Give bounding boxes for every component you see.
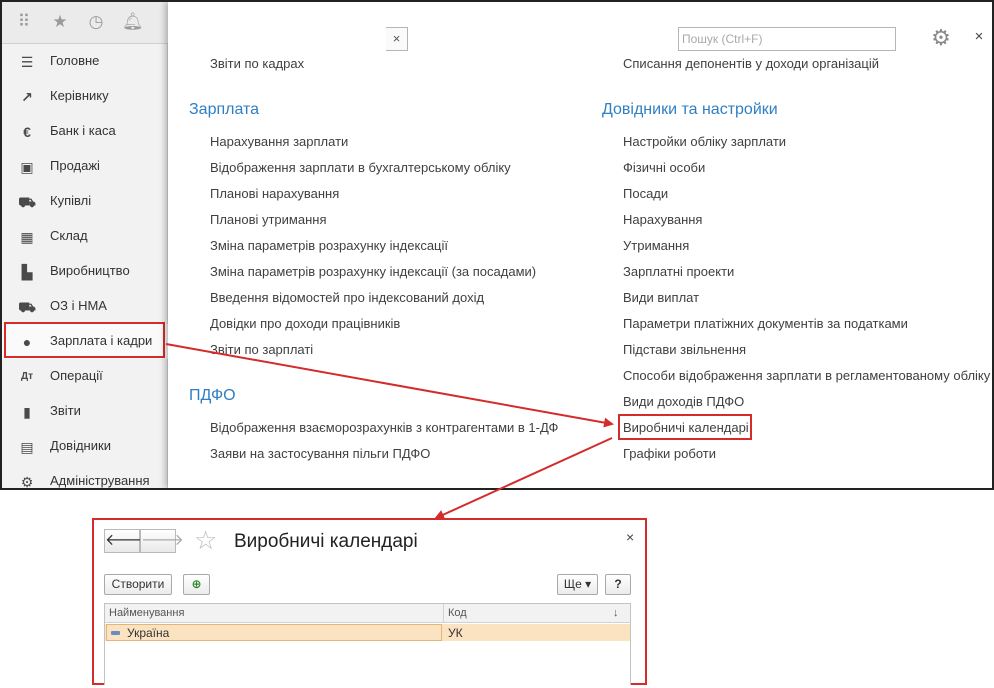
cart-icon: ▣ <box>20 159 34 175</box>
trend-chart-icon: ↗ <box>21 89 33 105</box>
link-salary-item[interactable]: Зміна параметрів розрахунку індексації (… <box>210 264 536 279</box>
main-window: ⠿ ★ ◷ 🔔︎ ☰ Головне ↗ Керівнику € Банк і … <box>0 0 994 490</box>
link-reference-item[interactable]: Настройки обліку зарплати <box>623 134 786 149</box>
top-toolbar: ⠿ ★ ◷ 🔔︎ <box>2 2 168 44</box>
row-code: УК <box>448 626 463 640</box>
sidebar-item-main[interactable]: ☰ Головне <box>2 44 168 79</box>
link-salary-item[interactable]: Планові утримання <box>210 212 327 227</box>
sidebar-item-label: Купівлі <box>50 193 92 208</box>
debit-credit-icon: Дт <box>20 371 34 382</box>
cart-icon: ⛟ <box>18 194 36 210</box>
sidebar-item-bank[interactable]: € Банк і каса <box>2 114 168 149</box>
sidebar-item-label: Звіти <box>50 403 81 418</box>
sort-arrow-icon[interactable]: ↓ <box>613 607 619 619</box>
link-salary-item[interactable]: Нарахування зарплати <box>210 134 348 149</box>
link-reference-item[interactable]: Нарахування <box>623 212 702 227</box>
sidebar-item-administration[interactable]: ⚙ Адміністрування <box>2 464 168 490</box>
search-input[interactable] <box>679 28 869 50</box>
sidebar-item-label: Продажі <box>50 158 100 173</box>
sidebar-item-label: Головне <box>50 53 100 68</box>
calendar-link-highlight-frame <box>618 414 752 440</box>
sidebar-item-director[interactable]: ↗ Керівнику <box>2 79 168 114</box>
link-reference-item[interactable]: Параметри платіжних документів за податк… <box>623 316 908 331</box>
sidebar: ☰ Головне ↗ Керівнику € Банк і каса ▣ Пр… <box>2 44 168 488</box>
create-from-copy-icon[interactable]: ⊕ <box>183 574 210 595</box>
sidebar-item-label: ОЗ і НМА <box>50 298 107 313</box>
window-close-button[interactable]: × <box>626 529 634 545</box>
row-item-icon <box>111 631 120 635</box>
sidebar-item-warehouse[interactable]: ▦ Склад <box>2 219 168 254</box>
link-reference-item[interactable]: Зарплатні проекти <box>623 264 734 279</box>
sidebar-item-sales[interactable]: ▣ Продажі <box>2 149 168 184</box>
sidebar-item-label: Банк і каса <box>50 123 116 138</box>
coin-icon: € <box>23 124 31 140</box>
sidebar-item-assets[interactable]: ⛟ ОЗ і НМА <box>2 289 168 324</box>
sidebar-item-references[interactable]: ▤ Довідники <box>2 429 168 464</box>
salary-hr-menu-panel: × ⚙ × Звіти по кадрах Зарплата Нарахуван… <box>168 2 992 488</box>
favorite-star-icon[interactable]: ☆ <box>194 526 217 554</box>
sidebar-item-label: Керівнику <box>50 88 109 103</box>
sidebar-item-label: Операції <box>50 368 103 383</box>
link-salary-item[interactable]: Планові нарахування <box>210 186 339 201</box>
sidebar-item-production[interactable]: ▙ Виробництво <box>2 254 168 289</box>
section-title-salary: Зарплата <box>189 101 260 118</box>
sidebar-item-reports[interactable]: ▮ Звіти <box>2 394 168 429</box>
link-pdfo-item[interactable]: Відображення взаєморозрахунків з контраг… <box>210 420 558 435</box>
help-button[interactable]: ? <box>605 574 631 595</box>
link-salary-item[interactable]: Довідки про доходи працівників <box>210 316 400 331</box>
panel-settings-gear-icon[interactable]: ⚙ <box>928 25 954 51</box>
forward-button[interactable]: 🡒 <box>140 529 184 553</box>
column-divider <box>443 604 444 623</box>
link-hr-reports[interactable]: Звіти по кадрах <box>210 56 304 71</box>
sidebar-item-label: Виробництво <box>50 263 130 278</box>
history-icon[interactable]: ◷ <box>86 12 106 32</box>
bar-chart-icon: ▮ <box>23 404 31 420</box>
window-title: Виробничі календарі <box>234 531 418 552</box>
menu-lines-icon: ☰ <box>20 54 34 70</box>
sidebar-item-label: Адміністрування <box>50 473 150 488</box>
more-button[interactable]: Ще ▾ <box>557 574 598 595</box>
sidebar-item-operations[interactable]: Дт Операції <box>2 359 168 394</box>
favorites-star-icon[interactable]: ★ <box>50 12 70 32</box>
search-clear-button[interactable]: × <box>386 27 408 51</box>
book-icon: ▤ <box>20 439 34 455</box>
production-calendars-window: 🡐 🡒 ☆ Виробничі календарі × Створити ⊕ Щ… <box>92 518 647 685</box>
calendars-table: Найменування Код ↓ Україна УК <box>104 603 631 685</box>
table-header: Найменування Код ↓ <box>105 604 630 623</box>
truck-icon: ⛟ <box>18 299 36 315</box>
sidebar-item-label: Склад <box>50 228 88 243</box>
factory-icon: ▙ <box>21 264 33 280</box>
apps-grid-icon[interactable]: ⠿ <box>14 12 34 32</box>
sidebar-item-purchases[interactable]: ⛟ Купівлі <box>2 184 168 219</box>
bell-icon[interactable]: 🔔︎ <box>122 12 144 32</box>
search-box <box>678 27 896 51</box>
link-reference-item[interactable]: Види виплат <box>623 290 699 305</box>
link-reference-item[interactable]: Графіки роботи <box>623 446 716 461</box>
section-title-pdfo: ПДФО <box>189 387 236 404</box>
link-reference-item[interactable]: Утримання <box>623 238 689 253</box>
link-salary-item[interactable]: Зміна параметрів розрахунку індексації <box>210 238 448 253</box>
link-reference-item[interactable]: Види доходів ПДФО <box>623 394 744 409</box>
sidebar-highlight-frame <box>4 322 165 358</box>
link-pdfo-item[interactable]: Заяви на застосування пільги ПДФО <box>210 446 430 461</box>
link-reference-item[interactable]: Способи відображення зарплати в регламен… <box>623 368 990 383</box>
link-salary-item[interactable]: Звіти по зарплаті <box>210 342 313 357</box>
column-header-code[interactable]: Код <box>448 607 467 619</box>
link-reference-item[interactable]: Фізичні особи <box>623 160 705 175</box>
link-salary-item[interactable]: Введення відомостей про індексований дох… <box>210 290 484 305</box>
back-button[interactable]: 🡐 <box>104 529 148 553</box>
link-reference-item[interactable]: Підстави звільнення <box>623 342 746 357</box>
section-title-references-settings: Довідники та настройки <box>602 101 778 118</box>
create-button[interactable]: Створити <box>104 574 172 595</box>
column-header-name[interactable]: Найменування <box>109 607 184 619</box>
link-reference-item[interactable]: Посади <box>623 186 668 201</box>
grid-icon: ▦ <box>20 229 34 245</box>
panel-close-button[interactable]: × <box>971 29 987 45</box>
link-salary-item[interactable]: Відображення зарплати в бухгалтерському … <box>210 160 511 175</box>
sidebar-item-label: Довідники <box>50 438 111 453</box>
table-row[interactable]: Україна УК <box>105 624 630 641</box>
gear-icon: ⚙ <box>20 474 34 490</box>
link-deposit-writeoff[interactable]: Списання депонентів у доходи організацій <box>623 56 879 71</box>
row-name: Україна <box>127 626 170 640</box>
